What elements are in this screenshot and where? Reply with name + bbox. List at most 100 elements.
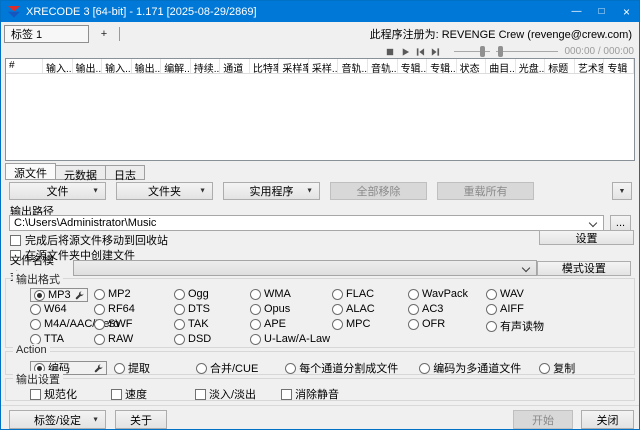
- chevron-down-icon[interactable]: [589, 219, 597, 227]
- minimize-button[interactable]: —: [564, 1, 589, 22]
- tab-日志[interactable]: 日志: [105, 165, 145, 180]
- position-slider[interactable]: [454, 46, 490, 57]
- column-header[interactable]: 曲目...: [486, 59, 516, 73]
- column-header[interactable]: 输出...: [132, 59, 162, 73]
- folder-button[interactable]: 文件夹 ▼: [116, 182, 213, 200]
- radio-icon[interactable]: [486, 289, 497, 300]
- wrench-icon[interactable]: [75, 291, 84, 300]
- format-option-FLAC[interactable]: FLAC: [332, 288, 408, 300]
- format-option-WAV[interactable]: WAV: [486, 288, 634, 300]
- more-options-button[interactable]: ▼: [612, 182, 632, 200]
- format-option-TAK[interactable]: TAK: [174, 318, 250, 330]
- format-option-MPC[interactable]: MPC: [332, 318, 408, 330]
- radio-icon[interactable]: [94, 319, 105, 330]
- checkbox-icon[interactable]: [195, 389, 206, 400]
- checkbox-icon[interactable]: [111, 389, 122, 400]
- output-settings-button[interactable]: 设置: [539, 230, 634, 245]
- slider-thumb[interactable]: [498, 46, 503, 57]
- radio-icon[interactable]: [250, 304, 261, 315]
- stop-icon[interactable]: [385, 47, 395, 57]
- radio-icon[interactable]: [174, 304, 185, 315]
- column-header[interactable]: 光盘...: [516, 59, 546, 73]
- format-option-AIFF[interactable]: AIFF: [486, 303, 634, 315]
- format-option-U-Law/A-Law[interactable]: U-Law/A-Law: [250, 333, 332, 345]
- format-option-OFR[interactable]: OFR: [408, 318, 486, 330]
- radio-icon[interactable]: [486, 304, 497, 315]
- utility-button[interactable]: 实用程序 ▼: [223, 182, 320, 200]
- column-header[interactable]: 编解...: [161, 59, 191, 73]
- close-window-button[interactable]: ×: [614, 1, 639, 22]
- format-option-APE[interactable]: APE: [250, 318, 332, 330]
- previous-icon[interactable]: [415, 47, 425, 57]
- wrench-icon[interactable]: [94, 364, 103, 373]
- radio-icon[interactable]: [250, 319, 261, 330]
- action-option-提取[interactable]: 提取: [114, 360, 150, 376]
- radio-icon[interactable]: [419, 363, 430, 374]
- column-header[interactable]: 通道: [220, 59, 250, 73]
- column-header[interactable]: 专辑...: [427, 59, 457, 73]
- column-header[interactable]: #: [6, 59, 43, 73]
- next-icon[interactable]: [430, 47, 440, 57]
- filename-pattern-combobox[interactable]: [73, 260, 537, 276]
- add-tab-button[interactable]: +: [89, 28, 119, 40]
- format-option-W64[interactable]: W64: [30, 303, 94, 315]
- radio-icon[interactable]: [539, 363, 550, 374]
- radio-icon[interactable]: [408, 289, 419, 300]
- radio-icon[interactable]: [250, 289, 261, 300]
- tab-元数据[interactable]: 元数据: [55, 165, 106, 180]
- about-button[interactable]: 关于: [115, 410, 167, 429]
- output-setting-option-规范化[interactable]: 规范化: [30, 386, 77, 402]
- format-option-RAW[interactable]: RAW: [94, 333, 174, 345]
- column-header[interactable]: 输入...: [102, 59, 132, 73]
- radio-icon[interactable]: [174, 289, 185, 300]
- radio-icon[interactable]: [114, 363, 125, 374]
- format-option-DSD[interactable]: DSD: [174, 333, 250, 345]
- tab-label-1[interactable]: 标签 1: [4, 25, 89, 43]
- output-setting-option-消除静音[interactable]: 消除静音: [281, 386, 339, 402]
- format-option-Opus[interactable]: Opus: [250, 303, 332, 315]
- column-header[interactable]: 状态: [457, 59, 487, 73]
- action-option-合并/CUE[interactable]: 合并/CUE: [196, 360, 258, 376]
- format-option-ALAC[interactable]: ALAC: [332, 303, 408, 315]
- radio-icon[interactable]: [332, 319, 343, 330]
- format-option-Ogg[interactable]: Ogg: [174, 288, 250, 300]
- close-button[interactable]: 关闭: [581, 410, 634, 429]
- format-option-DTS[interactable]: DTS: [174, 303, 250, 315]
- column-header[interactable]: 输出...: [73, 59, 103, 73]
- column-header[interactable]: 输入...: [43, 59, 73, 73]
- radio-icon[interactable]: [30, 319, 41, 330]
- column-header[interactable]: 比特率: [250, 59, 280, 73]
- checkbox-icon[interactable]: [30, 389, 41, 400]
- output-path-combobox[interactable]: C:\Users\Administrator\Music: [9, 215, 604, 231]
- format-option-WavPack[interactable]: WavPack: [408, 288, 486, 300]
- column-header[interactable]: 采样...: [309, 59, 339, 73]
- radio-icon[interactable]: [486, 321, 497, 332]
- radio-icon[interactable]: [94, 289, 105, 300]
- radio-icon[interactable]: [34, 290, 45, 301]
- radio-icon[interactable]: [196, 363, 207, 374]
- radio-icon[interactable]: [250, 334, 261, 345]
- tags-settings-button[interactable]: 标签/设定 ▼: [9, 410, 106, 429]
- action-option-复制[interactable]: 复制: [539, 360, 575, 376]
- format-option-MP2[interactable]: MP2: [94, 288, 174, 300]
- format-option-M4A/AAC/Nero[interactable]: M4A/AAC/Nero: [30, 318, 94, 330]
- radio-icon[interactable]: [285, 363, 296, 374]
- browse-button[interactable]: ...: [610, 215, 631, 231]
- radio-icon[interactable]: [174, 334, 185, 345]
- column-header[interactable]: 专辑: [604, 59, 634, 73]
- column-header[interactable]: 音轨...: [338, 59, 368, 73]
- column-header[interactable]: 专辑...: [398, 59, 428, 73]
- format-option-AC3[interactable]: AC3: [408, 303, 486, 315]
- checkbox-icon[interactable]: [281, 389, 292, 400]
- format-option-WMA[interactable]: WMA: [250, 288, 332, 300]
- slider-thumb[interactable]: [480, 46, 485, 57]
- volume-slider[interactable]: [496, 46, 558, 57]
- play-icon[interactable]: [400, 47, 410, 57]
- action-option-每个通道分割成文件[interactable]: 每个通道分割成文件: [285, 360, 398, 376]
- radio-icon[interactable]: [332, 304, 343, 315]
- pattern-settings-button[interactable]: 模式设置: [537, 261, 631, 276]
- format-option-有声读物[interactable]: 有声读物: [486, 318, 634, 334]
- radio-icon[interactable]: [94, 304, 105, 315]
- radio-icon[interactable]: [30, 304, 41, 315]
- output-setting-option-速度[interactable]: 速度: [111, 386, 147, 402]
